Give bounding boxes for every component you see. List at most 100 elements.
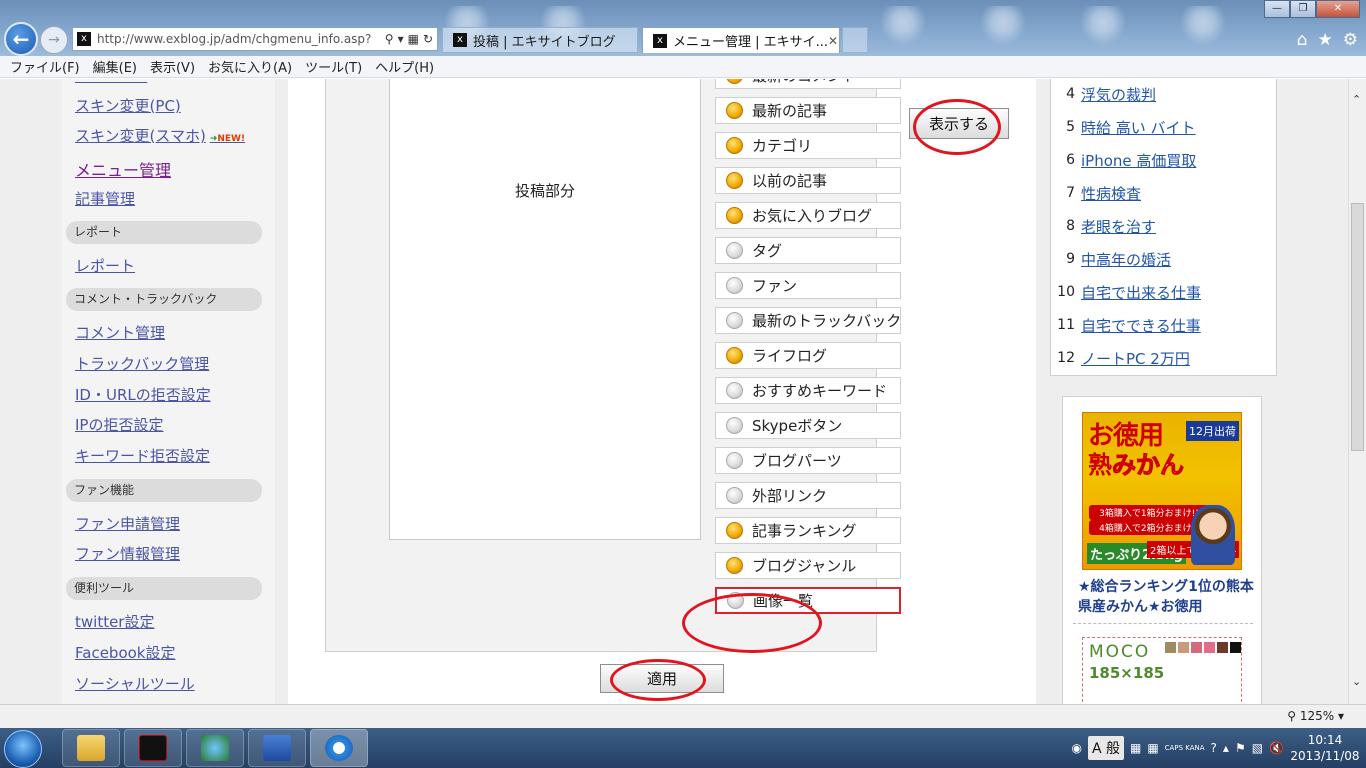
- ime-pad-icon[interactable]: ▦: [1147, 741, 1158, 755]
- menu-module-item[interactable]: 最新の記事: [715, 97, 901, 124]
- menu-module-item[interactable]: 最新のコメント: [715, 79, 901, 89]
- menu-module-item[interactable]: ファン: [715, 272, 901, 299]
- sidebar-link-facebook[interactable]: Facebook設定: [75, 642, 175, 663]
- dropdown-icon[interactable]: ▾: [398, 32, 404, 46]
- forward-button[interactable]: →: [40, 26, 68, 54]
- menu-module-item[interactable]: 以前の記事: [715, 167, 901, 194]
- taskbar-internet-explorer[interactable]: [310, 729, 368, 767]
- menu-module-item[interactable]: タグ: [715, 237, 901, 264]
- menu-file[interactable]: ファイル(F): [10, 57, 80, 76]
- menu-module-item[interactable]: お気に入りブログ: [715, 202, 901, 229]
- taskbar-app[interactable]: [124, 729, 182, 767]
- favorites-star-icon[interactable]: ★: [1318, 30, 1333, 50]
- sidebar-link-comment-management[interactable]: コメント管理: [75, 322, 165, 343]
- menu-module-item[interactable]: ライフログ: [715, 342, 901, 369]
- ranking-keyword-link[interactable]: 老眼を治す: [1081, 216, 1156, 237]
- menu-module-item[interactable]: Skypeボタン: [715, 412, 901, 439]
- toggle-off-icon[interactable]: [726, 487, 743, 504]
- start-button[interactable]: [4, 730, 42, 768]
- scroll-down-icon[interactable]: ⌄: [1352, 675, 1361, 688]
- flag-icon[interactable]: ⚑: [1235, 741, 1246, 755]
- sidebar-link-cut[interactable]: ────────: [75, 79, 147, 85]
- clock[interactable]: 10:14 2013/11/08: [1290, 732, 1360, 764]
- mikan-ad-image[interactable]: お徳用 熟みかん 12月出荷 3箱購入で1箱分おまけ!! 4箱購入で2箱分おまけ…: [1082, 412, 1242, 570]
- minimize-button[interactable]: —: [1264, 0, 1290, 18]
- menu-edit[interactable]: 編集(E): [93, 57, 137, 76]
- address-bar[interactable]: x http://www.exblog.jp/adm/chgmenu_info.…: [72, 27, 438, 51]
- sidebar-link-keyword-block[interactable]: キーワード拒否設定: [75, 445, 210, 466]
- network-icon[interactable]: ▧: [1252, 741, 1263, 755]
- ranking-keyword-link[interactable]: 中高年の婚活: [1081, 249, 1171, 270]
- ime-icon[interactable]: ◉: [1071, 741, 1081, 755]
- ranking-keyword-link[interactable]: 時給 高い バイト: [1081, 117, 1196, 138]
- back-button[interactable]: ←: [4, 22, 38, 56]
- menu-favorites[interactable]: お気に入り(A): [208, 57, 292, 76]
- volume-muted-icon[interactable]: 🔇: [1269, 741, 1284, 755]
- ranking-keyword-link[interactable]: 浮気の裁判: [1081, 84, 1156, 105]
- menu-view[interactable]: 表示(V): [150, 57, 195, 76]
- gear-icon[interactable]: ⚙: [1343, 30, 1358, 50]
- menu-tools[interactable]: ツール(T): [305, 57, 362, 76]
- vertical-scrollbar[interactable]: ⌃ ⌄: [1348, 79, 1366, 704]
- toggle-off-icon[interactable]: [726, 242, 743, 259]
- menu-help[interactable]: ヘルプ(H): [375, 57, 434, 76]
- menu-module-item[interactable]: 画像一覧: [715, 587, 901, 614]
- sidebar-link-fan-request[interactable]: ファン申請管理: [75, 513, 180, 534]
- sidebar-link-article-management[interactable]: 記事管理: [75, 188, 135, 209]
- toggle-on-icon[interactable]: [726, 557, 743, 574]
- scroll-up-icon[interactable]: ⌃: [1352, 93, 1361, 106]
- home-icon[interactable]: ⌂: [1297, 30, 1308, 50]
- show-button[interactable]: 表示する: [909, 108, 1009, 139]
- ranking-keyword-link[interactable]: iPhone 高価買取: [1081, 150, 1196, 171]
- toggle-on-icon[interactable]: [726, 522, 743, 539]
- menu-module-item[interactable]: おすすめキーワード: [715, 377, 901, 404]
- ranking-keyword-link[interactable]: 自宅で出来る仕事: [1081, 282, 1201, 303]
- help-icon[interactable]: ?: [1211, 741, 1217, 755]
- tray-expand-icon[interactable]: ▴: [1223, 741, 1229, 755]
- close-window-button[interactable]: ✕: [1316, 0, 1360, 18]
- scrollbar-thumb[interactable]: [1351, 203, 1364, 451]
- toggle-off-icon[interactable]: [727, 592, 744, 609]
- ad-caption-link[interactable]: ★総合ランキング1位の熊本県産みかん★お徳用: [1078, 577, 1258, 617]
- taskbar-word[interactable]: [248, 729, 306, 767]
- toggle-on-icon[interactable]: [726, 347, 743, 364]
- toggle-on-icon[interactable]: [726, 137, 743, 154]
- sidebar-link-fan-info[interactable]: ファン情報管理: [75, 543, 180, 564]
- toggle-off-icon[interactable]: [726, 382, 743, 399]
- sidebar-link-social-tools[interactable]: ソーシャルツール: [75, 673, 195, 694]
- menu-module-item[interactable]: ブログパーツ: [715, 447, 901, 474]
- close-tab-icon[interactable]: ✕: [828, 34, 838, 48]
- ranking-keyword-link[interactable]: 自宅でできる仕事: [1081, 315, 1201, 336]
- apply-button[interactable]: 適用: [600, 664, 724, 693]
- sidebar-link-ip-block[interactable]: IPの拒否設定: [75, 414, 163, 435]
- sidebar-link-twitter[interactable]: twitter設定: [75, 611, 154, 632]
- toggle-off-icon[interactable]: [726, 277, 743, 294]
- toggle-on-icon[interactable]: [726, 102, 743, 119]
- menu-module-item[interactable]: 記事ランキング: [715, 517, 901, 544]
- taskbar-messenger[interactable]: [186, 729, 244, 767]
- refresh-icon[interactable]: ↻: [423, 32, 433, 46]
- tab-post[interactable]: x 投稿 | エキサイトブログ: [442, 27, 638, 53]
- sidebar-link-menu-management[interactable]: メニュー管理: [75, 157, 171, 181]
- moco-ad[interactable]: MOCO 185×185: [1082, 637, 1242, 704]
- maximize-button[interactable]: ❐: [1290, 0, 1316, 18]
- ranking-keyword-link[interactable]: 性病検査: [1081, 183, 1141, 204]
- url-text[interactable]: http://www.exblog.jp/adm/chgmenu_info.as…: [97, 32, 381, 46]
- sidebar-link-id-url-block[interactable]: ID・URLの拒否設定: [75, 384, 211, 405]
- ime-tools-icon[interactable]: ▦: [1130, 741, 1141, 755]
- menu-module-item[interactable]: ブログジャンル: [715, 552, 901, 579]
- ime-mode[interactable]: A 般: [1087, 736, 1124, 760]
- sidebar-link-skin-smartphone[interactable]: スキン変更(スマホ) ➜NEW!: [75, 125, 245, 146]
- toggle-on-icon[interactable]: [726, 172, 743, 189]
- search-icon[interactable]: ⚲: [385, 32, 394, 46]
- taskbar-explorer[interactable]: [62, 729, 120, 767]
- menu-module-item[interactable]: 外部リンク: [715, 482, 901, 509]
- new-tab-button[interactable]: [842, 27, 868, 53]
- menu-module-item[interactable]: 最新のトラックバック: [715, 307, 901, 334]
- toggle-on-icon[interactable]: [726, 79, 743, 84]
- menu-module-item[interactable]: カテゴリ: [715, 132, 901, 159]
- tab-menu-management[interactable]: x メニュー管理 | エキサイ... ✕: [642, 27, 840, 53]
- toggle-on-icon[interactable]: [726, 207, 743, 224]
- zoom-control[interactable]: ⚲ 125% ▾: [1287, 709, 1344, 723]
- sidebar-link-skin-pc[interactable]: スキン変更(PC): [75, 95, 181, 116]
